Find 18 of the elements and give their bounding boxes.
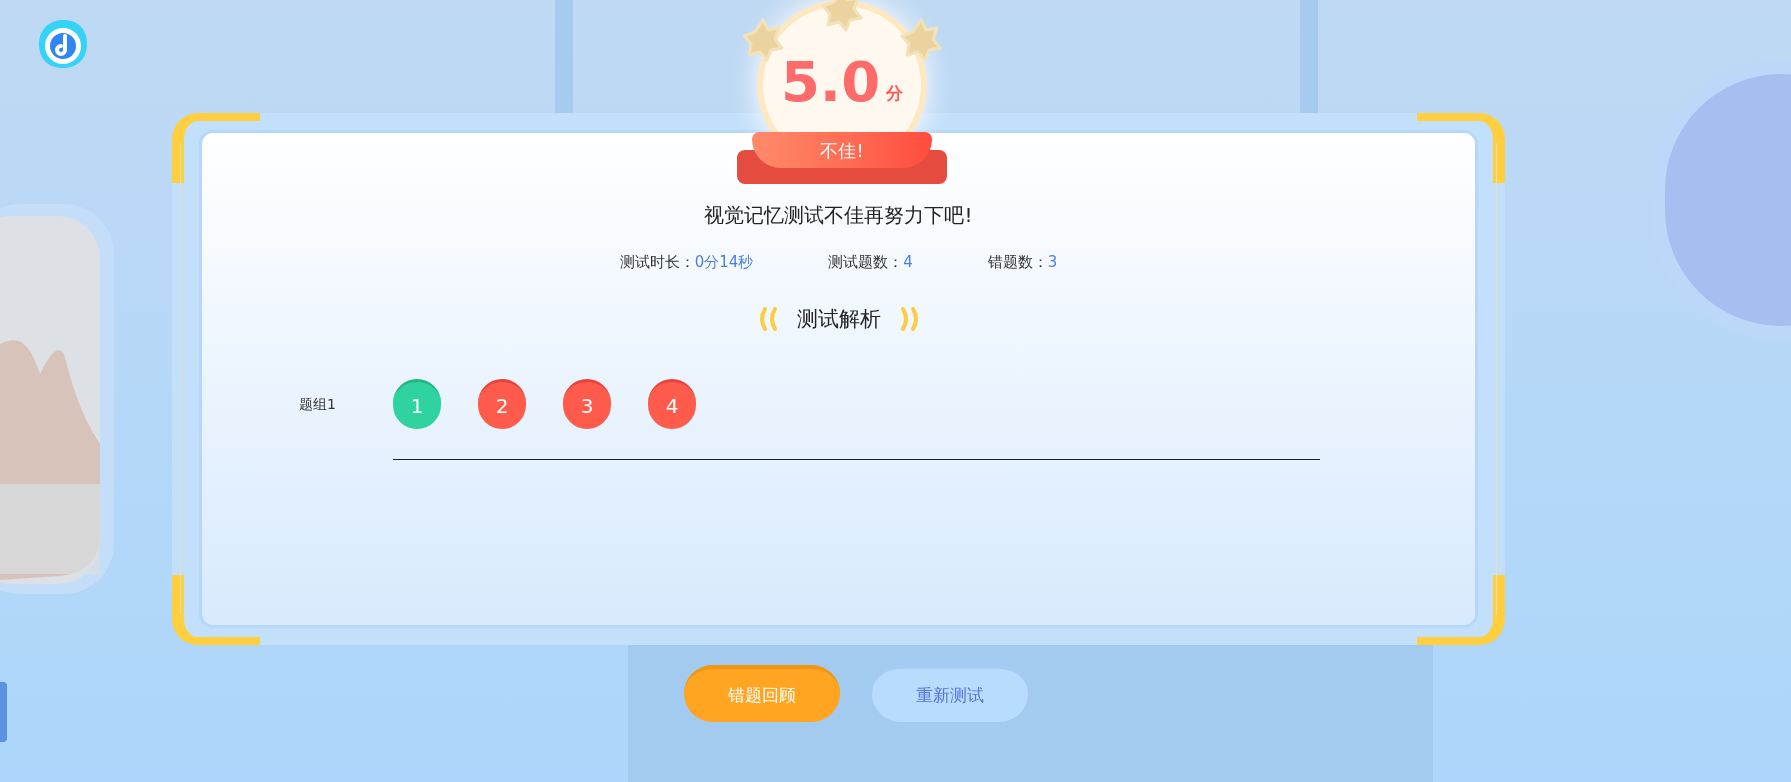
group-label: 题组1 <box>299 394 337 414</box>
score-value: 5.0 <box>780 52 881 112</box>
stat-value: 3 <box>1047 252 1058 273</box>
stat-label: 测试题数： <box>828 252 904 273</box>
stat-value: 0分14秒 <box>694 252 754 273</box>
message: 视觉记忆测试不佳再努力下吧! <box>704 202 973 229</box>
verdict-ribbon: 不佳! <box>752 132 932 168</box>
stat-value: 4 <box>903 252 913 273</box>
stat-label: 错题数： <box>987 252 1048 273</box>
section-title: 测试解析 <box>796 305 881 333</box>
question-button[interactable]: 3 <box>563 379 611 429</box>
review-button[interactable]: 错题回顾 <box>683 665 840 722</box>
question-button[interactable]: 2 <box>478 379 526 429</box>
question-button[interactable]: 1 <box>393 379 441 429</box>
score-unit: 分 <box>886 81 904 105</box>
stat-label: 测试时长： <box>619 252 695 273</box>
question-button[interactable]: 4 <box>648 379 696 429</box>
retest-button[interactable]: 重新测试 <box>871 665 1028 722</box>
